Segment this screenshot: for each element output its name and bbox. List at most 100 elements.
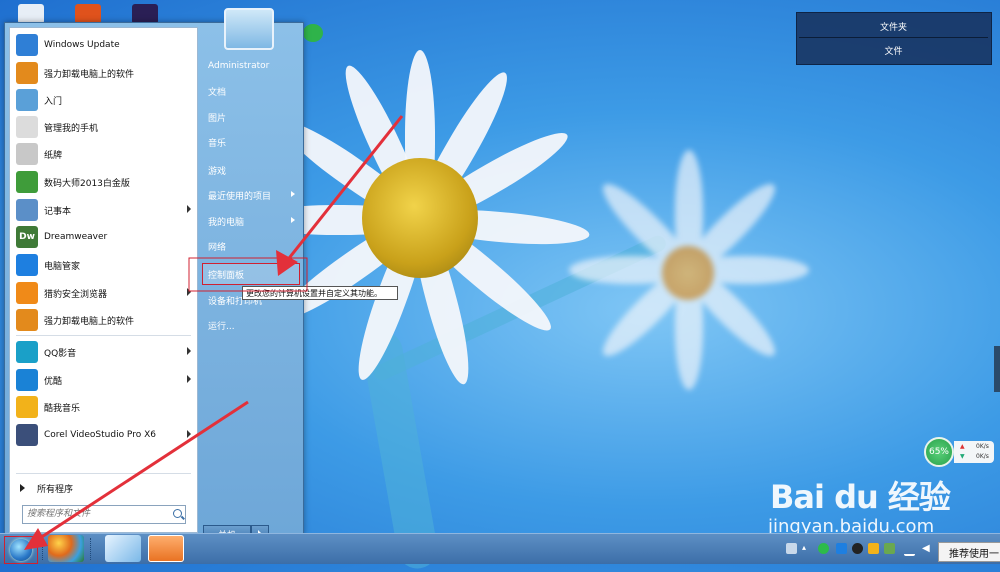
desktop-icon-green-gadget[interactable]: [303, 24, 323, 42]
program-label: QQ影音: [44, 348, 77, 359]
qq-icon[interactable]: [852, 543, 863, 554]
places-item[interactable]: 我的电脑: [203, 211, 299, 231]
search-icon[interactable]: [173, 509, 182, 518]
taskbar-uninstall-app-icon[interactable]: [148, 535, 184, 562]
program-icon: [16, 89, 38, 111]
triangle-right-icon: [20, 484, 25, 492]
program-label: Windows Update: [44, 40, 120, 50]
program-item[interactable]: QQ影音: [10, 339, 197, 365]
baidu-logo: Bai du 经验: [770, 478, 951, 516]
program-icon: [16, 62, 38, 84]
program-icon: [16, 171, 38, 193]
program-label: 纸牌: [44, 150, 63, 161]
keyboard-icon[interactable]: [786, 543, 797, 554]
taskbar: ▴ ◀: [0, 533, 1000, 564]
user-picture[interactable]: [224, 8, 274, 50]
program-item[interactable]: 强力卸载电脑上的软件: [10, 307, 197, 333]
program-icon: [16, 341, 38, 363]
start-menu-programs-pane: Windows Update 强力卸载电脑上的软件 入门 管理我的手机 纸牌 数码大师20…: [9, 27, 198, 533]
all-programs-label: 所有程序: [37, 484, 74, 495]
places-label: 文档: [208, 87, 227, 98]
places-label: 游戏: [208, 166, 227, 177]
search-box[interactable]: [22, 505, 186, 524]
places-item[interactable]: 游戏: [203, 160, 299, 180]
start-button[interactable]: [4, 536, 38, 564]
chevron-right-icon: [291, 217, 295, 223]
program-icon: [16, 254, 38, 276]
program-item[interactable]: 酷我音乐: [10, 394, 197, 420]
program-icon: [16, 34, 38, 56]
program-icon: [16, 116, 38, 138]
signal-icon[interactable]: [904, 543, 915, 556]
folder-button[interactable]: 文件夹: [799, 15, 988, 38]
desktop-icon-after-effects[interactable]: [132, 4, 158, 24]
program-icon: [16, 199, 38, 221]
taskbar-divider: [42, 538, 45, 560]
places-item[interactable]: 文档: [203, 81, 299, 101]
program-icon: [16, 309, 38, 331]
recommend-popup[interactable]: 推荐使用一: [938, 542, 1000, 562]
file-button[interactable]: 文件: [799, 39, 988, 61]
places-label: 最近使用的项目: [208, 191, 272, 202]
program-item[interactable]: Corel VideoStudio Pro X6: [10, 422, 197, 448]
search-input[interactable]: [23, 506, 167, 521]
program-item[interactable]: 记事本: [10, 197, 197, 223]
wechat-icon[interactable]: [818, 543, 829, 554]
chevron-right-icon: [187, 430, 191, 438]
program-item[interactable]: 纸牌: [10, 141, 197, 167]
system-tray: ▴ ◀: [780, 534, 940, 564]
shield-icon[interactable]: [836, 543, 847, 554]
start-menu-places-pane: Administrator 文档 图片 音乐 游戏 最近使用的项目 我的电脑 网络 控制面板 设备…: [201, 23, 301, 535]
separator: [16, 335, 191, 336]
taskbar-divider: [90, 538, 93, 560]
program-label: Dreamweaver: [44, 232, 108, 242]
places-item[interactable]: 音乐: [203, 132, 299, 152]
program-item[interactable]: 电脑管家: [10, 252, 197, 278]
program-label: 记事本: [44, 206, 72, 217]
program-item[interactable]: 数码大师2013白金版: [10, 169, 197, 195]
upload-speed: 0K/s: [976, 443, 989, 450]
monitor-icon[interactable]: [884, 543, 895, 554]
folder-file-panel: 文件夹 文件: [796, 12, 992, 65]
desktop-icon-uninstall[interactable]: [75, 4, 101, 24]
program-item[interactable]: 优酷: [10, 367, 197, 393]
program-label: 数码大师2013白金版: [44, 178, 130, 189]
places-item[interactable]: 图片: [203, 107, 299, 127]
places-label: 运行...: [208, 321, 235, 332]
program-item[interactable]: 管理我的手机: [10, 114, 197, 140]
all-programs-button[interactable]: 所有程序: [10, 477, 197, 499]
program-icon: [16, 369, 38, 391]
places-item[interactable]: 控制面板: [202, 263, 300, 285]
control-panel-tooltip: 更改您的计算机设置并自定义其功能。: [242, 286, 398, 300]
places-item[interactable]: 网络: [203, 236, 299, 256]
places-item[interactable]: 运行...: [203, 315, 299, 335]
chevron-up-icon[interactable]: ▴: [802, 543, 813, 554]
chevron-right-icon: [187, 375, 191, 383]
side-widget-edge[interactable]: [994, 346, 1000, 392]
program-item[interactable]: Dw Dreamweaver: [10, 224, 197, 250]
taskbar-app-launcher-icon[interactable]: [48, 535, 84, 562]
places-item[interactable]: Administrator: [203, 56, 299, 76]
places-label: 图片: [208, 113, 227, 124]
program-item[interactable]: 强力卸载电脑上的软件: [10, 60, 197, 86]
program-icon: [16, 424, 38, 446]
volume-icon[interactable]: ◀: [922, 543, 933, 554]
desktop-icon-document[interactable]: [18, 4, 44, 24]
start-menu: Windows Update 强力卸载电脑上的软件 入门 管理我的手机 纸牌 数码大师20…: [4, 22, 304, 543]
program-label: Corel VideoStudio Pro X6: [44, 430, 156, 440]
program-label: 电脑管家: [44, 261, 81, 272]
program-item[interactable]: Windows Update: [10, 32, 197, 58]
security-icon[interactable]: [868, 543, 879, 554]
program-item[interactable]: 猎豹安全浏览器: [10, 280, 197, 306]
chevron-right-icon: [187, 288, 191, 296]
program-item[interactable]: 入门: [10, 87, 197, 113]
program-icon: [16, 143, 38, 165]
places-item[interactable]: 最近使用的项目: [203, 185, 299, 205]
taskbar-show-desktop-icon[interactable]: [105, 535, 141, 562]
program-label: 管理我的手机: [44, 123, 99, 134]
program-label: 强力卸载电脑上的软件: [44, 316, 135, 327]
chevron-right-icon: [187, 205, 191, 213]
program-icon: [16, 282, 38, 304]
program-label: 强力卸载电脑上的软件: [44, 69, 135, 80]
upload-arrow-icon: ▲: [960, 443, 965, 450]
